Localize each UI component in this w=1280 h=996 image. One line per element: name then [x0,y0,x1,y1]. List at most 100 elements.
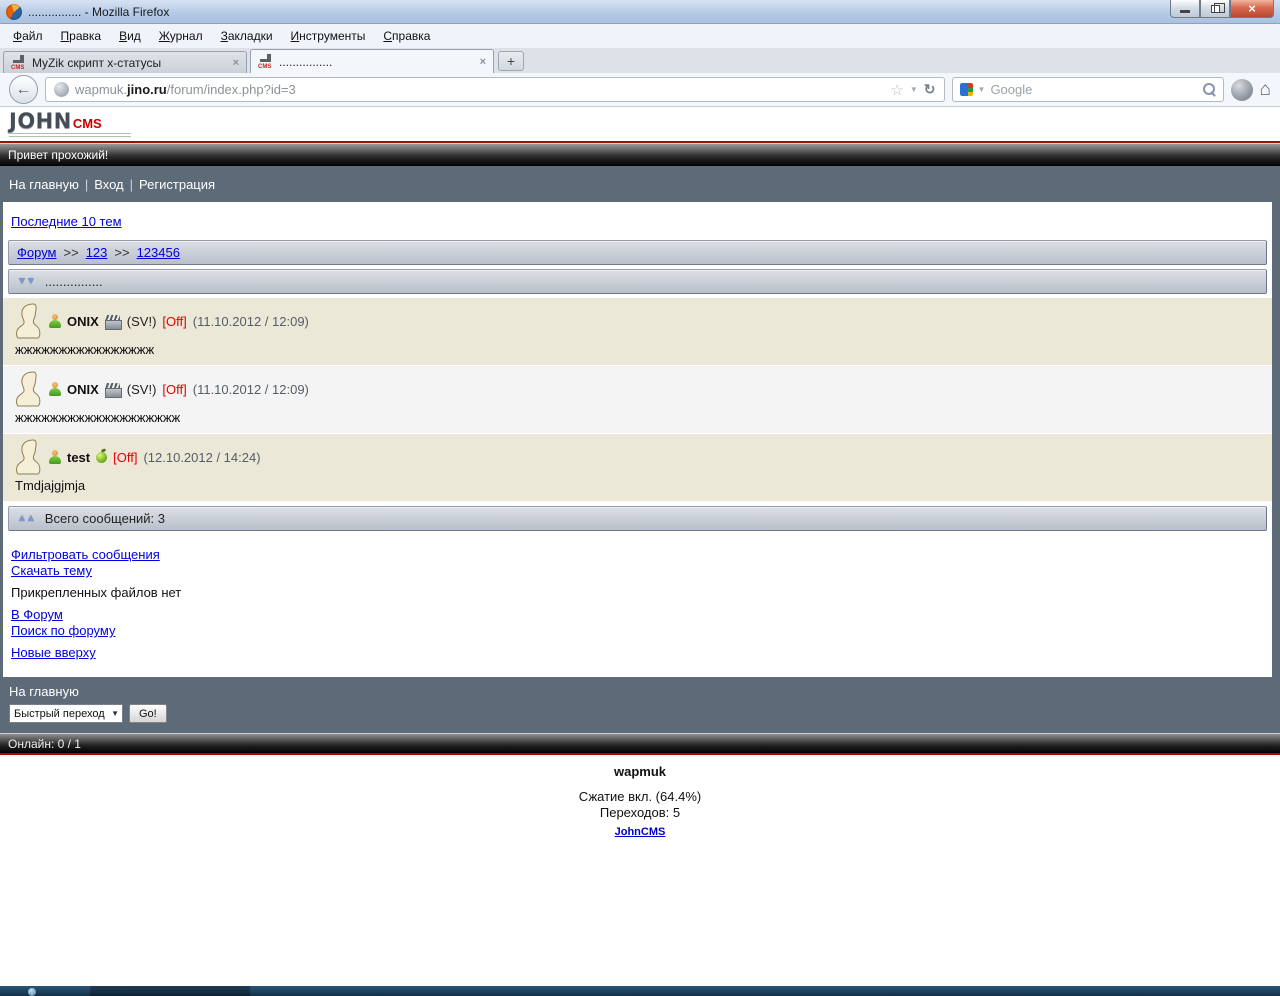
new-on-top-link[interactable]: Новые вверху [11,645,1264,661]
download-topic-link[interactable]: Скачать тему [11,563,1264,579]
windows-taskbar[interactable] [0,986,1280,996]
xstatus-apple-icon [96,451,108,463]
tab-label: ................ [279,54,333,69]
restore-button[interactable] [1200,0,1230,18]
site-footer: wapmuk Сжатие вкл. (64.4%) Переходов: 5 … [0,755,1280,986]
johncms-logo: JOHN [9,109,72,133]
johncms-favicon: CMS [11,55,27,71]
menu-file[interactable]: Файл [4,26,52,46]
last-topics-link[interactable]: Последние 10 тем [11,214,122,229]
footer-compression: Сжатие вкл. (64.4%) [578,789,702,804]
site-top-nav: На главную | Вход | Регистрация [0,166,1280,202]
johncms-footer-link[interactable]: JohnCMS [615,826,666,838]
xstatus-text: (SV!) [126,313,157,329]
firefox-icon [6,3,22,20]
site-identity-globe-icon[interactable] [54,82,69,97]
topic-title: ................ [44,274,103,289]
breadcrumb-category-link[interactable]: 123 [86,245,108,260]
search-input[interactable]: ▼ Google [951,77,1224,102]
menu-bookmarks[interactable]: Закладки [212,26,282,46]
post-author-link[interactable]: test [67,450,90,465]
go-button[interactable]: Go! [129,704,167,723]
window-titlebar: ................ - Mozilla Firefox × [0,0,1280,24]
bookmark-star-icon[interactable]: ☆ [890,81,903,99]
footer-site-name: wapmuk [613,764,666,779]
close-button[interactable]: × [1230,0,1274,18]
history-dropdown-icon[interactable]: ▼ [910,85,918,94]
nav-register-link[interactable]: Регистрация [139,177,215,192]
up-arrows-icon[interactable]: ▲▲ [17,513,36,524]
post-message: жжжжжжжжжжжжжжжжжжж [15,410,181,425]
user-status-icon [49,314,61,328]
nav-separator: | [129,176,134,192]
avatar [15,439,41,475]
new-tab-button[interactable]: + [498,51,524,71]
quick-jump-select[interactable]: Быстрый переход ▼ [9,704,123,723]
chevron-down-icon: ▼ [111,709,119,718]
footer-hits: Переходов: 5 [599,805,681,820]
post-row: ONIX (SV!) [Off] (11.10.2012 / 12:09) жж… [3,366,1272,434]
greeting-bar: Привет прохожий! [0,143,1280,166]
back-button[interactable]: ← [9,75,38,104]
xstatus-text: (SV!) [126,381,157,397]
menu-tools[interactable]: Инструменты [282,26,375,46]
url-bar[interactable]: wapmuk.jino.ru/forum/index.php?id=3 ☆ ▼ … [45,77,945,102]
forum-search-link[interactable]: Поиск по форуму [11,623,1264,639]
filter-messages-link[interactable]: Фильтровать сообщения [11,547,1264,563]
menu-edit[interactable]: Правка [52,26,111,46]
search-icon[interactable] [1202,82,1216,97]
logo-stripes-decoration [9,133,131,139]
nav-login-link[interactable]: Вход [94,177,123,192]
post-author-link[interactable]: ONIX [67,314,99,329]
tab-bar: CMS MyZik скрипт x-статусы × CMS .......… [0,48,1280,73]
total-messages-label: Всего сообщений: 3 [44,511,165,526]
post-message: жжжжжжжжжжжжжжжж [15,342,155,357]
minimize-button[interactable] [1170,0,1200,18]
tab-label: MyZik скрипт x-статусы [32,55,162,70]
avatar [15,303,41,339]
network-globe-icon[interactable] [1230,78,1253,101]
minimize-icon [1180,10,1190,13]
down-arrows-icon[interactable]: ▼▼ [17,276,36,287]
breadcrumb-topic-link[interactable]: 123456 [137,245,180,260]
reload-icon[interactable]: ↻ [924,81,936,98]
home-button[interactable]: ⌂ [1260,80,1271,99]
menu-view[interactable]: Вид [110,26,150,46]
nav-home-link[interactable]: На главную [9,177,79,192]
menu-bar: Файл Правка Вид Журнал Закладки Инструме… [0,24,1280,48]
search-placeholder: Google [990,82,1033,97]
window-title: ................ - Mozilla Firefox [28,4,170,19]
user-status-icon [49,382,61,396]
bottom-home-link[interactable]: На главную [9,684,79,699]
forum-content: Последние 10 тем Форум >> 123 >> 123456 … [3,202,1272,677]
quick-jump-value: Быстрый переход [14,707,105,720]
window-controls: × [1170,0,1274,18]
xstatus-clapper-icon [104,382,122,398]
avatar [15,371,41,407]
post-date: (12.10.2012 / 14:24) [143,449,261,465]
nav-separator: | [84,176,89,192]
start-orb-icon[interactable] [28,988,36,996]
breadcrumb-separator: >> [114,245,130,260]
no-attachments-text: Прикрепленных файлов нет [11,585,182,600]
tab-current-topic[interactable]: CMS ................ × [250,49,494,73]
user-status-icon [49,450,61,464]
post-author-link[interactable]: ONIX [67,382,99,397]
navigation-toolbar: ← wapmuk.jino.ru/forum/index.php?id=3 ☆ … [0,73,1280,107]
tab-myzik[interactable]: CMS MyZik скрипт x-статусы × [3,51,247,73]
tab-close-icon[interactable]: × [233,57,239,69]
site-logo-strip: JOHN CMS [0,107,1280,141]
search-engine-dropdown-icon[interactable]: ▼ [978,85,986,94]
post-row: ONIX (SV!) [Off] (11.10.2012 / 12:09) жж… [3,298,1272,366]
urlbar-actions: ☆ ▼ ↻ [890,81,935,99]
page-viewport: JOHN CMS Привет прохожий! На главную | Вх… [0,107,1280,986]
menu-history[interactable]: Журнал [150,26,212,46]
menu-help[interactable]: Справка [374,26,439,46]
taskbar-app-button[interactable] [90,986,250,996]
to-forum-link[interactable]: В Форум [11,607,1264,623]
post-date: (11.10.2012 / 12:09) [192,313,309,329]
breadcrumb-forum-link[interactable]: Форум [17,245,57,260]
tab-close-icon[interactable]: × [480,56,486,68]
offline-flag: [Off] [113,449,138,465]
google-favicon [959,83,973,96]
